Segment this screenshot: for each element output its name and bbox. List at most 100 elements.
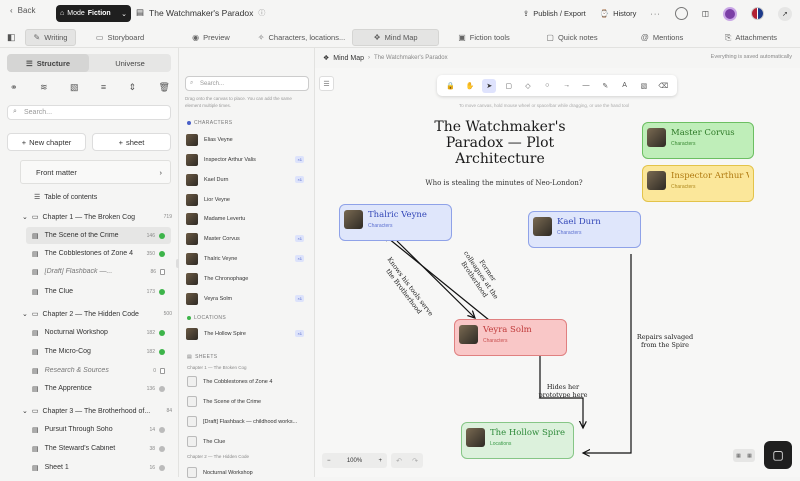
- tab-storyboard[interactable]: ▭ Storyboard: [85, 29, 155, 46]
- sheet-row[interactable]: ▤ Nocturnal Workshop 182: [26, 324, 171, 341]
- panel-toggle-button[interactable]: ☰: [319, 76, 334, 91]
- redo-icon[interactable]: ↷: [412, 457, 418, 465]
- sheet-item[interactable]: The Clue: [186, 433, 310, 450]
- avatar[interactable]: [723, 6, 737, 21]
- sheet-row[interactable]: ▤ The Cobblestones of Zone 4 350: [26, 245, 171, 262]
- structure-label: Structure: [36, 58, 71, 68]
- zoom-out-button[interactable]: −: [327, 458, 331, 464]
- sheet-row[interactable]: ▤ The Apprentice 136: [26, 380, 171, 397]
- chevron-down-icon: ⌄: [121, 10, 127, 18]
- link-icon[interactable]: ⚭: [10, 82, 18, 93]
- sheet-item[interactable]: The Scene of the Crime: [186, 393, 310, 410]
- lock-icon[interactable]: 🔒: [444, 79, 458, 93]
- edge-label-hides[interactable]: Hides her prototype here: [531, 383, 595, 399]
- text-icon[interactable]: A: [618, 79, 632, 93]
- tab-characters-locations[interactable]: ✧ Characters, locations...: [254, 29, 349, 46]
- sheet-row[interactable]: ▤ Research & Sources 0: [26, 362, 171, 379]
- chapter-1[interactable]: ⌄ ▭ Chapter 1 — The Broken Cog 719: [22, 213, 172, 222]
- universe-tab[interactable]: Universe: [89, 54, 171, 72]
- document-title[interactable]: ▤ The Watchmaker's Paradox ⓘ: [136, 7, 265, 18]
- character-item[interactable]: Lior Veyne: [186, 191, 310, 208]
- image-icon[interactable]: ▧: [70, 82, 79, 93]
- circle-icon[interactable]: ○: [540, 79, 554, 93]
- tab-quick-notes[interactable]: ▢ Quick notes: [542, 29, 602, 46]
- pencil-icon[interactable]: ✎: [598, 79, 612, 93]
- sidebar-toggle-icon[interactable]: ◧: [7, 32, 16, 43]
- character-item[interactable]: Inspector Arthur Valis ×1: [186, 151, 310, 168]
- structure-tab[interactable]: ☰ Structure: [7, 54, 89, 72]
- robot-icon[interactable]: ◫: [702, 9, 709, 18]
- character-item[interactable]: Elias Veyne: [186, 131, 310, 148]
- sheet-row[interactable]: ▤ The Clue 173: [26, 283, 171, 300]
- node-veyra-solm[interactable]: Veyra Solm Characters: [454, 319, 567, 356]
- character-item[interactable]: The Chronophage: [186, 270, 310, 287]
- sheet-item[interactable]: [Draft] Flashback — childhood works...: [186, 413, 310, 430]
- node-kael-durn[interactable]: Kael Durn Characters: [528, 211, 641, 248]
- publish-export-button[interactable]: ⇪ Publish / Export: [523, 9, 586, 18]
- image-icon[interactable]: ▧: [637, 79, 651, 93]
- sheet-item[interactable]: Nocturnal Workshop: [186, 464, 310, 481]
- character-item[interactable]: Kael Durn ×1: [186, 171, 310, 188]
- structure-search-input[interactable]: ⌕ Search...: [7, 105, 171, 120]
- help-icon[interactable]: [674, 7, 688, 20]
- location-item[interactable]: The Hollow Spire ×1: [186, 325, 310, 342]
- zoom-in-button[interactable]: +: [378, 458, 382, 464]
- back-button[interactable]: ‹ Back: [10, 6, 35, 15]
- sheet-row[interactable]: ▤ The Scene of the Crime 146: [26, 227, 171, 244]
- chapter-2[interactable]: ⌄ ▭ Chapter 2 — The Hidden Code 500: [22, 310, 172, 319]
- toc-item[interactable]: ☰ Table of contents: [34, 193, 97, 202]
- history-button[interactable]: ⌚ History: [600, 9, 637, 18]
- hand-icon[interactable]: ✋: [463, 79, 477, 93]
- character-item[interactable]: Madame Levertu: [186, 210, 310, 227]
- floating-action-button[interactable]: ▢: [764, 441, 792, 469]
- sheet-name: Nocturnal Workshop: [203, 469, 253, 476]
- sheet-row[interactable]: ▤ [Draft] Flashback —... 86: [26, 263, 171, 280]
- line-icon[interactable]: —: [579, 79, 593, 93]
- character-item[interactable]: Thalric Veyne ×1: [186, 250, 310, 267]
- tab-fiction-tools[interactable]: ▣ Fiction tools: [452, 29, 516, 46]
- character-item[interactable]: Master Corvus ×1: [186, 230, 310, 247]
- sheet-item[interactable]: The Cobblestones of Zone 4: [186, 373, 310, 390]
- tab-mind-map[interactable]: ❖ Mind Map: [352, 29, 439, 46]
- node-the-hollow-spire[interactable]: The Hollow Spire Locations: [461, 422, 574, 459]
- rocket-icon[interactable]: ➚: [778, 6, 792, 21]
- edge-repairs-salvaged[interactable]: [583, 254, 632, 453]
- node-inspector-arthur[interactable]: Inspector Arthur V Characters: [642, 165, 754, 202]
- arrow-icon[interactable]: →: [560, 79, 574, 93]
- undo-icon[interactable]: ↶: [396, 457, 402, 465]
- language-flag-icon[interactable]: [751, 7, 764, 20]
- sheet-row[interactable]: ▤ Pursuit Through Soho 14: [26, 421, 171, 438]
- sheet-row[interactable]: ▤ The Micro-Cog 182: [26, 343, 171, 360]
- layers-icon[interactable]: ≋: [40, 82, 48, 93]
- sheet-row[interactable]: ▤ The Steward's Cabinet 38: [26, 440, 171, 457]
- tab-preview[interactable]: ◉ Preview: [180, 29, 242, 46]
- edge-label-repairs[interactable]: Repairs salvaged from the Spire: [630, 333, 700, 349]
- view-mode-toggle[interactable]: ▦ ▦: [733, 449, 755, 462]
- rectangle-icon[interactable]: ▢: [502, 79, 516, 93]
- trash-icon[interactable]: 🗑: [159, 82, 170, 93]
- chapter-3[interactable]: ⌄ ▭ Chapter 3 — The Brotherhood of... 84: [22, 407, 172, 416]
- sheet-group-label: Chapter 1 — The Broken Cog: [187, 365, 247, 370]
- tab-attachments[interactable]: ⎘ Attachments: [720, 29, 782, 46]
- character-name: Lior Veyne: [204, 196, 230, 203]
- more-icon[interactable]: ···: [650, 9, 661, 18]
- node-master-corvus[interactable]: Master Corvus Characters: [642, 122, 754, 159]
- collapse-icon[interactable]: ⇕: [129, 82, 137, 93]
- new-sheet-button[interactable]: + sheet: [92, 133, 171, 151]
- info-icon[interactable]: ⓘ: [258, 8, 265, 18]
- front-matter-item[interactable]: Front matter ›: [20, 160, 171, 184]
- canvas-question[interactable]: Who is stealing the minutes of Neo-Londo…: [424, 179, 584, 187]
- character-item[interactable]: Veyra Solm ×1: [186, 290, 310, 307]
- tab-writing[interactable]: ✎ Writing: [25, 29, 76, 46]
- elements-search-input[interactable]: ⌕ Search...: [185, 76, 309, 91]
- new-chapter-button[interactable]: + New chapter: [7, 133, 86, 151]
- canvas-title[interactable]: The Watchmaker's Paradox — Plot Architec…: [429, 119, 571, 167]
- list-icon[interactable]: ≡: [101, 82, 106, 93]
- sheet-row[interactable]: ▤ Sheet 1 16: [26, 459, 171, 476]
- tab-mentions[interactable]: @ Mentions: [634, 29, 690, 46]
- node-thalric-veyne[interactable]: Thalric Veyne Characters: [339, 204, 452, 241]
- mode-dropdown[interactable]: ⌂ Mode Fiction ⌄: [56, 5, 131, 22]
- pointer-icon[interactable]: ➤: [482, 78, 497, 93]
- diamond-icon[interactable]: ◇: [521, 79, 535, 93]
- eraser-icon[interactable]: ⌫: [656, 79, 670, 93]
